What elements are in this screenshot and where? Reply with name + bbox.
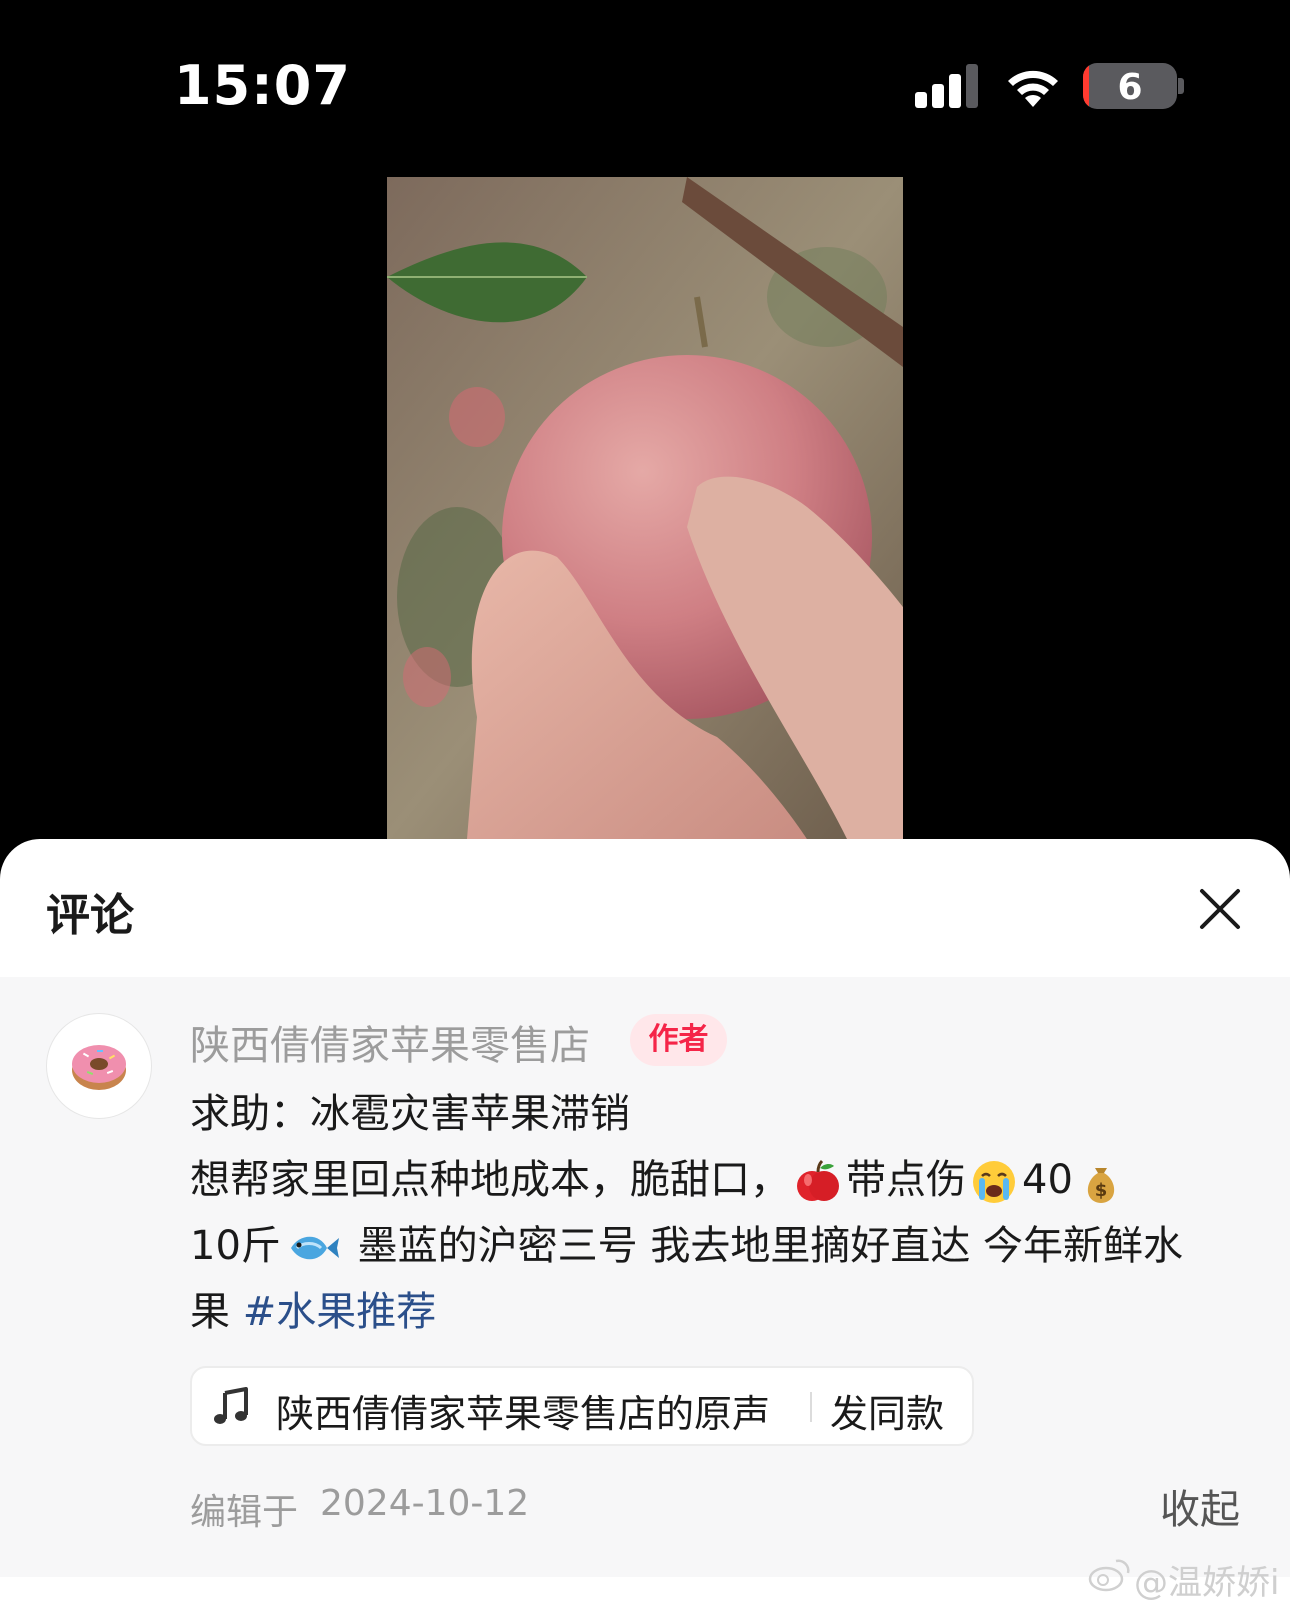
collapse-button[interactable]: 收起	[1160, 1477, 1240, 1535]
weibo-logo-icon	[1088, 1559, 1130, 1592]
post-photo[interactable]	[387, 177, 903, 839]
apple-emoji	[797, 1159, 839, 1201]
edited-date: 2024-10-12	[320, 1483, 530, 1524]
original-sound-chip[interactable]: 陕西倩倩家苹果零售店的原声 发同款	[190, 1366, 974, 1446]
watermark-text: @温娇娇i	[1134, 1563, 1280, 1603]
comment-sheet: 评论 陕西倩倩家苹果零售店 作者 求助：冰雹灾害苹果滞销 想帮家里回点种地成本，…	[0, 839, 1290, 1608]
post-text-line-3: 10斤 墨蓝的沪密三号 我去地里摘好直达 今年新鲜水	[190, 1213, 1183, 1272]
status-bar: 15:07 6	[0, 0, 1290, 175]
post-text-segment: 果	[190, 1289, 243, 1335]
post-text-line-1: 求助：冰雹灾害苹果滞销	[190, 1091, 630, 1137]
post-text-segment: 10斤	[190, 1223, 281, 1269]
crying-emoji	[973, 1161, 1015, 1203]
svg-text:$: $	[1095, 1180, 1108, 1201]
hashtag-link[interactable]: #水果推荐	[243, 1289, 437, 1335]
fish-emoji	[290, 1236, 339, 1260]
post-text-segment: 想帮家里回点种地成本，脆甜口，	[190, 1157, 790, 1203]
use-sound-button[interactable]: 发同款	[830, 1383, 944, 1438]
original-sound-name: 陕西倩倩家苹果零售店的原声	[276, 1392, 771, 1436]
post-text-line-4: 果 #水果推荐	[190, 1279, 436, 1337]
edited-label: 编辑于	[190, 1492, 299, 1533]
author-badge: 作者	[630, 1014, 727, 1066]
money-bag-emoji: $	[1087, 1168, 1115, 1203]
music-note-icon	[214, 1387, 248, 1424]
post-text-line-2: 想帮家里回点种地成本，脆甜口， 带点伤 40 $	[190, 1147, 1129, 1206]
author-name[interactable]: 陕西倩倩家苹果零售店	[190, 1013, 590, 1071]
comment-item: 陕西倩倩家苹果零售店 作者 求助：冰雹灾害苹果滞销 想帮家里回点种地成本，脆甜口…	[0, 977, 1290, 1577]
signal-icon	[915, 64, 978, 108]
post-text-segment: 墨蓝的沪密三号 我去地里摘好直达 今年新鲜水	[344, 1223, 1184, 1269]
divider	[810, 1392, 812, 1422]
post-text-segment: 40	[1022, 1157, 1073, 1203]
battery-tip	[1178, 78, 1184, 94]
close-icon[interactable]	[1196, 885, 1244, 933]
apple-photo	[387, 177, 903, 839]
battery-icon: 6	[1083, 63, 1177, 109]
sheet-title: 评论	[46, 890, 134, 941]
wifi-icon	[1008, 70, 1058, 107]
post-text-segment: 带点伤	[846, 1157, 966, 1203]
avatar[interactable]	[46, 1013, 152, 1119]
status-time: 15:07	[174, 54, 351, 117]
battery-percent: 6	[1117, 67, 1143, 108]
donut-avatar-icon	[72, 1045, 126, 1090]
